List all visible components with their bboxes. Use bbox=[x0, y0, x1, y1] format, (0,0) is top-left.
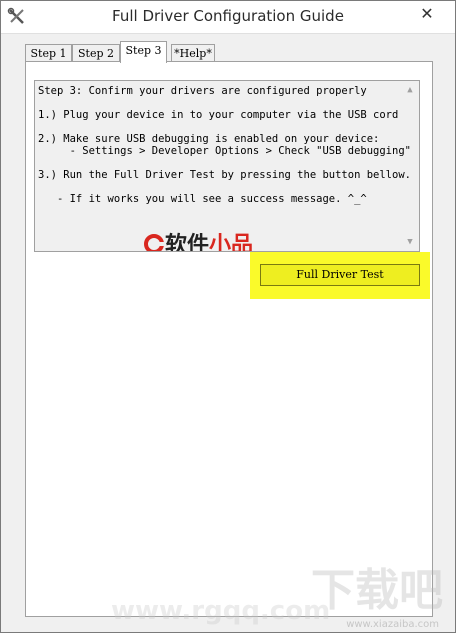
watermark-url: www.rgqq.com bbox=[111, 596, 331, 626]
tab-help[interactable]: *Help* bbox=[171, 44, 215, 61]
instruction-line: - Settings > Developer Options > Check "… bbox=[38, 145, 411, 157]
close-button[interactable]: ✕ bbox=[407, 3, 447, 25]
instructions-textbox[interactable]: Step 3: Confirm your drivers are configu… bbox=[34, 80, 420, 252]
watermark-brand-part1: 软件 bbox=[165, 233, 210, 252]
window-title: Full Driver Configuration Guide bbox=[112, 7, 344, 25]
full-driver-test-button[interactable]: Full Driver Test bbox=[260, 264, 420, 286]
watermark-brand: 软件小品 bbox=[143, 227, 253, 251]
instruction-line: Step 3: Confirm your drivers are configu… bbox=[38, 85, 367, 97]
tab-step-2[interactable]: Step 2 bbox=[72, 44, 120, 61]
close-icon: ✕ bbox=[420, 4, 434, 23]
instruction-line: 2.) Make sure USB debugging is enabled o… bbox=[38, 133, 380, 145]
instruction-line: - If it works you will see a success mes… bbox=[38, 193, 367, 205]
scroll-up-icon[interactable]: ▲ bbox=[403, 83, 417, 97]
title-bar[interactable]: Full Driver Configuration Guide ✕ bbox=[1, 1, 455, 34]
instruction-line: 1.) Plug your device in to your computer… bbox=[38, 109, 399, 121]
instruction-line: 3.) Run the Full Driver Test by pressing… bbox=[38, 169, 411, 181]
tab-step-3[interactable]: Step 3 bbox=[120, 41, 167, 63]
app-window: Full Driver Configuration Guide ✕ Step 1… bbox=[0, 0, 456, 633]
tab-step-1[interactable]: Step 1 bbox=[25, 44, 72, 61]
scroll-down-icon[interactable]: ▼ bbox=[403, 235, 417, 249]
watermark-logo-icon bbox=[144, 234, 165, 251]
watermark-download: 下载吧 bbox=[311, 565, 443, 616]
step-3-panel: Step 3: Confirm your drivers are configu… bbox=[25, 61, 433, 617]
watermark-site: www.xiazaiba.com bbox=[346, 619, 439, 630]
watermark-brand-part2: 小品 bbox=[209, 233, 254, 252]
